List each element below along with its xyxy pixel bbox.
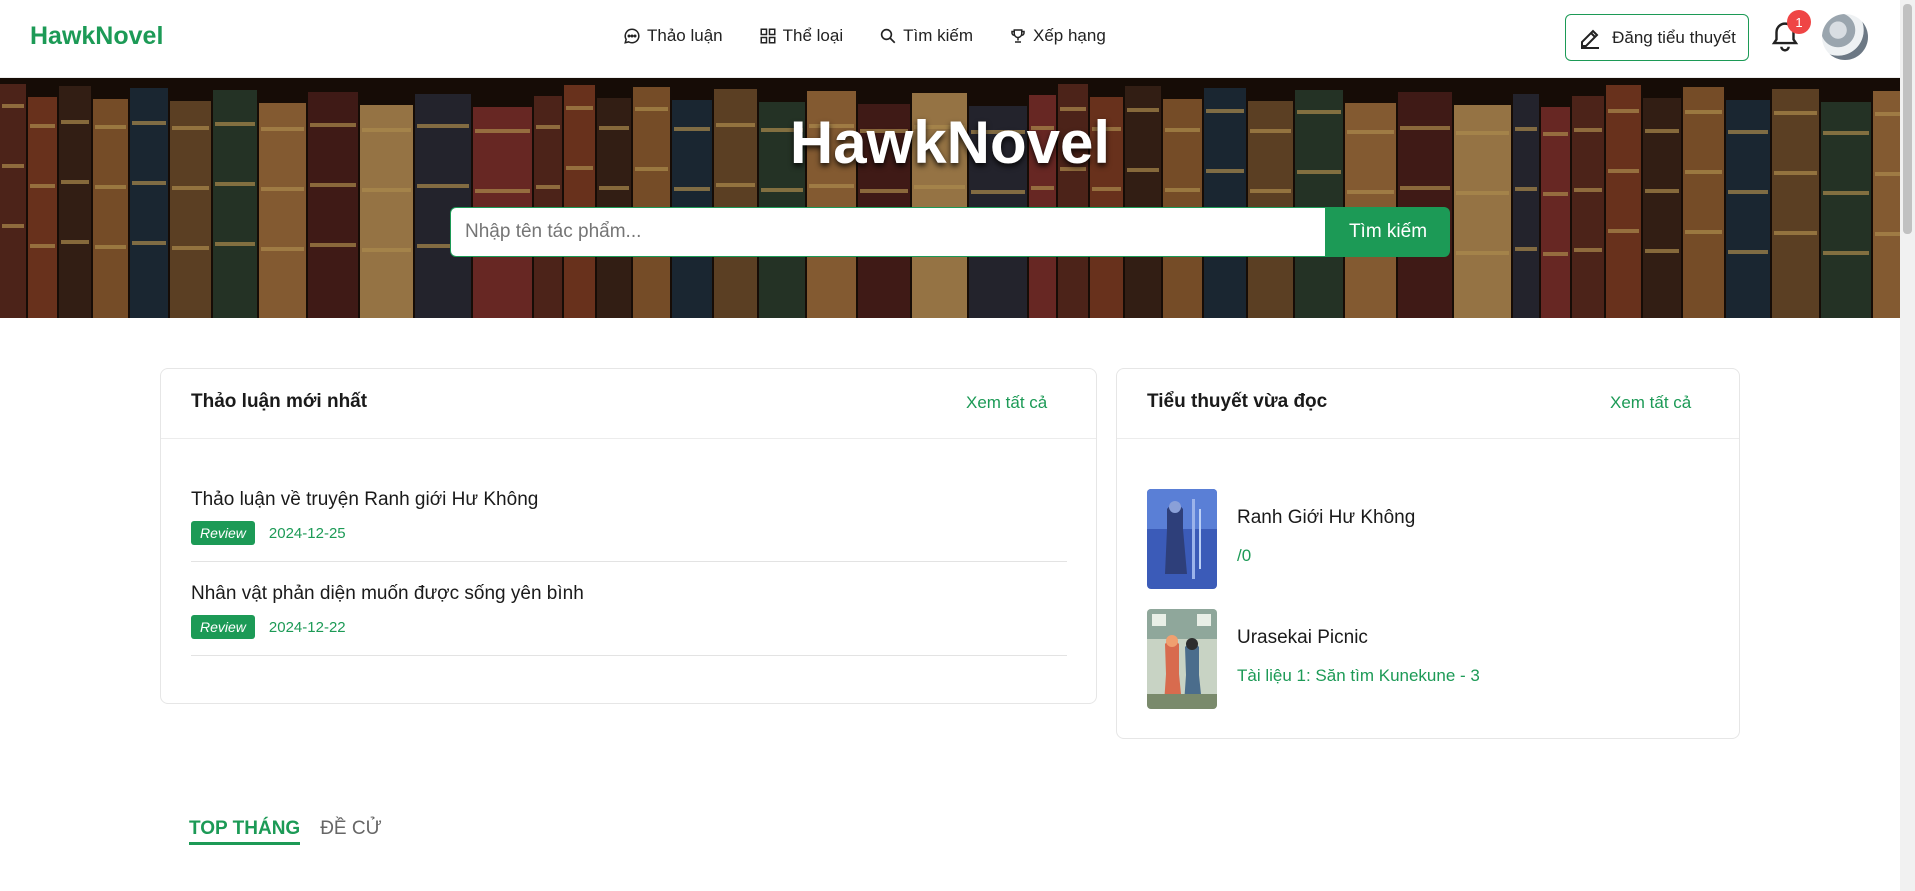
- card-header: Tiểu thuyết vừa đọc Xem tất cả: [1117, 369, 1739, 439]
- search-icon: [880, 28, 896, 44]
- tag-badge: Review: [191, 615, 255, 639]
- list-item[interactable]: Urasekai Picnic Tài liệu 1: Săn tìm Kune…: [1147, 609, 1707, 709]
- top-navbar: HawkNovel Thảo luận Thể loại Tìm kiếm Xế…: [0, 0, 1900, 78]
- card-header: Thảo luận mới nhất Xem tất cả: [161, 369, 1096, 439]
- novel-cover[interactable]: [1147, 609, 1217, 709]
- nav-item-discussions[interactable]: Thảo luận: [623, 26, 723, 46]
- discussion-title[interactable]: Nhân vật phản diện muốn được sống yên bì…: [191, 583, 1067, 605]
- trophy-icon: [1011, 29, 1025, 43]
- scrollbar-thumb[interactable]: [1903, 4, 1912, 234]
- post-novel-button[interactable]: Đăng tiểu thuyết: [1565, 14, 1749, 61]
- tab-recommended[interactable]: ĐỀ CỬ: [320, 818, 382, 845]
- card-title: Tiểu thuyết vừa đọc: [1147, 391, 1328, 412]
- nav-label: Thảo luận: [647, 26, 723, 45]
- notification-badge: 1: [1787, 10, 1811, 34]
- recently-read-card: Tiểu thuyết vừa đọc Xem tất cả Ranh Giới…: [1116, 368, 1740, 739]
- novel-chapter[interactable]: /0: [1237, 546, 1251, 566]
- chat-bubble-icon: [624, 28, 640, 44]
- cover-art-1: [1147, 489, 1217, 589]
- discussion-title[interactable]: Thảo luận về truyện Ranh giới Hư Không: [191, 489, 1067, 511]
- search-button[interactable]: Tìm kiếm: [1326, 207, 1450, 257]
- nav-label: Xếp hạng: [1033, 26, 1106, 45]
- view-all-link[interactable]: Xem tất cả: [966, 393, 1047, 413]
- list-item[interactable]: Nhân vật phản diện muốn được sống yên bì…: [191, 583, 1067, 656]
- page: HawkNovel Thảo luận Thể loại Tìm kiếm Xế…: [0, 0, 1915, 891]
- nav-label: Thể loại: [782, 26, 844, 45]
- nav-item-search[interactable]: Tìm kiếm: [879, 26, 973, 46]
- discussion-date: 2024-12-25: [268, 524, 346, 542]
- tag-badge: Review: [191, 521, 255, 545]
- card-title: Thảo luận mới nhất: [191, 391, 368, 412]
- hero-banner: HawkNovel Tìm kiếm: [0, 78, 1900, 318]
- ranking-tabs: TOP THÁNG ĐỀ CỬ: [189, 818, 382, 845]
- discussion-meta: Review 2024-12-22: [191, 615, 1067, 639]
- avatar[interactable]: [1822, 14, 1868, 60]
- novel-title[interactable]: Urasekai Picnic: [1237, 627, 1368, 649]
- list-item[interactable]: Thảo luận về truyện Ranh giới Hư Không R…: [191, 489, 1067, 562]
- cover-art-2: [1147, 609, 1217, 709]
- brand-logo[interactable]: HawkNovel: [30, 22, 163, 51]
- pencil-icon: [1581, 29, 1600, 49]
- grid-icon: [760, 28, 776, 44]
- main-column: HawkNovel Thảo luận Thể loại Tìm kiếm Xế…: [0, 0, 1900, 891]
- main-nav: Thảo luận Thể loại Tìm kiếm Xếp hạng: [623, 26, 1106, 46]
- nav-label: Tìm kiếm: [903, 26, 973, 45]
- hero-title: HawkNovel: [789, 109, 1111, 176]
- latest-discussions-card: Thảo luận mới nhất Xem tất cả Thảo luận …: [160, 368, 1097, 704]
- post-novel-label: Đăng tiểu thuyết: [1612, 27, 1736, 47]
- nav-item-genres[interactable]: Thể loại: [759, 26, 843, 46]
- tab-top-month[interactable]: TOP THÁNG: [189, 818, 301, 845]
- discussion-date: 2024-12-22: [268, 618, 346, 636]
- discussion-meta: Review 2024-12-25: [191, 521, 1067, 545]
- list-item[interactable]: Ranh Giới Hư Không /0: [1147, 489, 1707, 589]
- nav-item-ranking[interactable]: Xếp hạng: [1009, 26, 1106, 46]
- search-input[interactable]: [450, 207, 1326, 257]
- view-all-link[interactable]: Xem tất cả: [1610, 393, 1691, 413]
- novel-chapter[interactable]: Tài liệu 1: Săn tìm Kunekune - 3: [1237, 666, 1480, 686]
- vertical-scrollbar[interactable]: [1900, 0, 1915, 891]
- novel-cover[interactable]: [1147, 489, 1217, 589]
- novel-title[interactable]: Ranh Giới Hư Không: [1237, 507, 1415, 529]
